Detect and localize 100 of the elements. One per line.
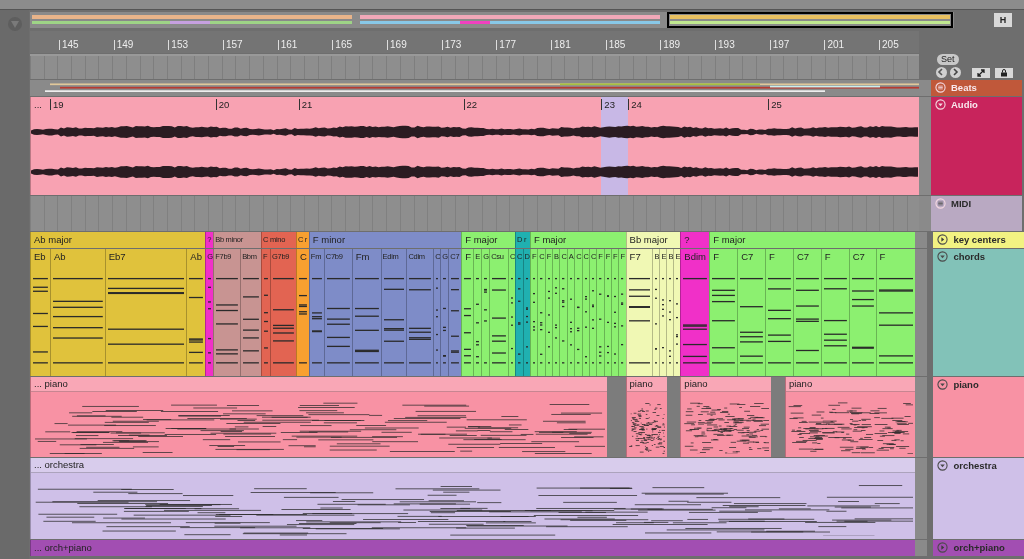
bar-number: 145 <box>59 40 79 50</box>
bar-number: 177 <box>496 40 517 50</box>
midi-clip[interactable]: Ab major <box>30 232 206 248</box>
bar-number: 201 <box>824 40 845 50</box>
track-header[interactable]: Audio <box>931 97 1022 195</box>
bar-number: 189 <box>660 40 681 50</box>
midi-clip[interactable]: F <box>709 249 738 376</box>
previous-button[interactable] <box>936 67 947 78</box>
bar-number: 153 <box>168 40 188 50</box>
collapse-icon[interactable] <box>937 251 949 262</box>
midi-clip[interactable]: C7 <box>792 249 821 376</box>
track-name: key centers <box>953 234 1006 245</box>
clip-label: C7 <box>741 251 754 262</box>
track-header[interactable]: chords <box>933 249 1024 376</box>
clip-label: Eb <box>34 251 46 262</box>
midi-clip[interactable]: piano <box>625 377 668 457</box>
clip-label: C7 <box>852 251 865 262</box>
group-icon[interactable] <box>935 198 946 209</box>
expand-button[interactable] <box>972 67 990 78</box>
clip-label: F <box>879 251 886 262</box>
set-button[interactable]: Set <box>937 54 959 65</box>
midi-clip[interactable]: Bb major <box>625 232 681 248</box>
clip-label: Bdim <box>684 251 706 262</box>
clip-label: ... <box>34 99 42 110</box>
midi-clip[interactable]: Fm <box>351 249 381 376</box>
track-name: chords <box>953 251 986 262</box>
track-name: orch+piano <box>953 542 1005 553</box>
midi-clip[interactable]: F <box>461 249 474 376</box>
track-name: piano <box>953 379 979 390</box>
bar-number: 169 <box>387 40 407 50</box>
clip-label: Ab <box>190 251 202 262</box>
bar-number: 165 <box>332 40 353 50</box>
midi-clip[interactable]: ? <box>680 232 710 248</box>
clip-label: piano <box>681 377 771 392</box>
track-header[interactable]: piano <box>933 377 1024 457</box>
midi-clip[interactable]: ... piano <box>30 377 607 457</box>
clip-label: ... orchestra <box>31 458 916 473</box>
bar-number: 157 <box>223 40 243 50</box>
expand-icon[interactable] <box>937 234 949 245</box>
bar-number: 149 <box>113 40 134 50</box>
clip-label: C <box>299 251 307 262</box>
midi-clip[interactable]: Eb7 <box>104 249 187 376</box>
clip-label: ... piano <box>31 377 607 392</box>
clip-label: F <box>713 251 720 262</box>
overview-drawing[interactable] <box>30 12 954 28</box>
midi-clip[interactable]: Bdim <box>680 249 710 376</box>
midi-clip[interactable]: C7 <box>737 249 765 376</box>
clip-label: Fm <box>355 251 370 262</box>
clip-label: Ab <box>53 251 66 262</box>
midi-clip[interactable]: F7 <box>625 249 653 376</box>
collapse-icon[interactable] <box>937 379 949 390</box>
clip-label: F <box>465 251 472 262</box>
midi-clip[interactable]: F major <box>709 232 916 248</box>
zoom-button[interactable]: H <box>994 13 1012 27</box>
midi-clip[interactable]: Ab <box>186 249 206 376</box>
clip-label: F <box>769 251 775 262</box>
clip-label: F major <box>533 234 567 245</box>
midi-clip[interactable]: Eb <box>30 249 50 376</box>
track-name: orchestra <box>953 460 997 471</box>
track-name: MIDI <box>951 198 972 209</box>
clip-label: piano <box>785 377 916 392</box>
bar-number: 185 <box>605 40 626 50</box>
midi-clip[interactable]: F minor <box>308 232 462 248</box>
clip-label: C7 <box>796 251 810 262</box>
midi-clip[interactable]: Ab <box>49 249 105 376</box>
midi-clip[interactable]: F major <box>529 232 626 248</box>
bar-number: 173 <box>441 40 462 50</box>
clip-label: F minor <box>312 234 346 245</box>
collapse-icon[interactable] <box>937 460 949 471</box>
track-header[interactable]: MIDI <box>931 196 1022 231</box>
group-icon[interactable] <box>935 82 946 93</box>
lock-icon <box>999 67 1009 78</box>
bar-number: 193 <box>715 40 735 50</box>
clip-label: piano <box>626 377 668 392</box>
clip-label: F major <box>465 234 498 245</box>
clip-label: F <box>824 251 831 262</box>
clip-label: F7 <box>629 251 641 262</box>
track-name: Audio <box>951 99 978 110</box>
midi-clip[interactable]: F major <box>461 232 516 248</box>
midi-clip[interactable]: F <box>820 249 849 376</box>
bar-number: 161 <box>277 40 298 50</box>
track-header[interactable]: orchestra <box>933 458 1024 539</box>
midi-clip[interactable]: ... orchestra <box>30 458 916 539</box>
midi-clip[interactable]: C7 <box>848 249 876 376</box>
track-header[interactable]: key centers <box>933 232 1024 248</box>
audio-clip[interactable]: ... 19 20 21 22 23 24 25 <box>30 97 919 195</box>
lock-button[interactable] <box>995 67 1013 78</box>
next-button[interactable] <box>950 67 961 78</box>
midi-clip[interactable]: piano <box>784 377 916 457</box>
track-header[interactable]: Beats <box>931 80 1022 96</box>
clip-label: Bb major <box>629 234 668 245</box>
clip-label: ? <box>684 234 690 245</box>
midi-clip[interactable]: F <box>765 249 793 376</box>
clip-label: Ab major <box>34 234 72 245</box>
diagonal-arrow-icon <box>976 67 986 78</box>
bar-number: 205 <box>879 40 899 50</box>
clip-label: ... orch+piano <box>34 542 92 553</box>
midi-clip[interactable]: piano <box>680 377 771 457</box>
midi-clip[interactable]: F <box>875 249 916 376</box>
bar-number: 197 <box>769 40 790 50</box>
